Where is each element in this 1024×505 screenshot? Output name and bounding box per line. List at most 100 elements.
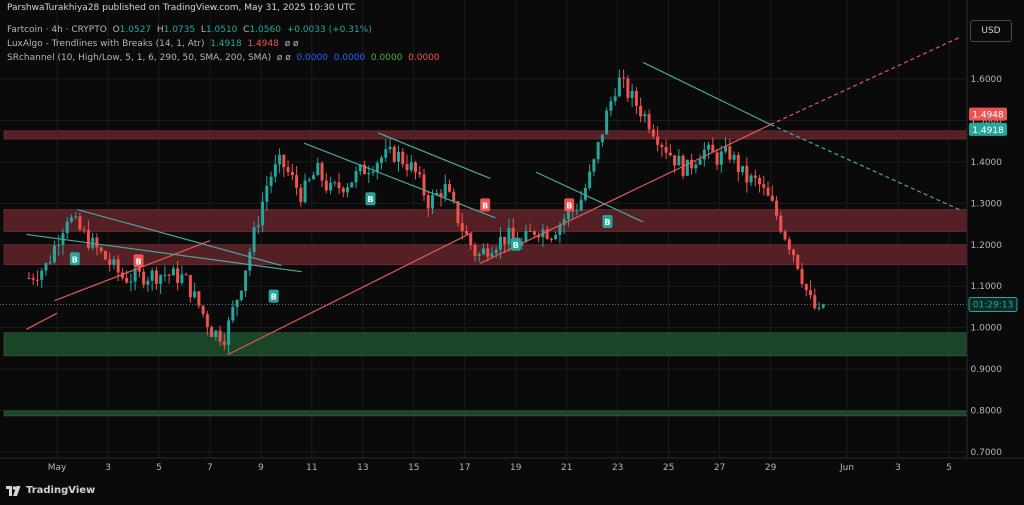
- x-tick-label: 15: [408, 463, 419, 473]
- break-marker-label: B: [72, 255, 78, 264]
- candle-body: [27, 277, 31, 279]
- trendline-price-text: 1.4918: [972, 126, 1004, 136]
- candle-body: [494, 249, 498, 254]
- low-value: 1.0510: [205, 25, 238, 35]
- tradingview-brand[interactable]: TradingView: [6, 485, 95, 496]
- candle-body: [426, 195, 430, 209]
- candle-body: [783, 231, 787, 240]
- candle-body: [749, 175, 753, 183]
- candle-body: [86, 230, 90, 248]
- candle-body: [146, 280, 150, 285]
- candle-body: [779, 215, 783, 232]
- luxalgo-name: LuxAlgo - Trendlines with Breaks (14, 1,…: [7, 39, 205, 49]
- candle-body: [660, 144, 664, 147]
- break-marker-label: B: [367, 195, 373, 204]
- break-marker-label: B: [135, 257, 141, 266]
- currency-button[interactable]: USD: [970, 20, 1012, 42]
- candle-body: [813, 295, 817, 309]
- candle-body: [154, 270, 158, 284]
- candle-body: [99, 247, 103, 252]
- publisher-line: ParshwaTurakhiya28 published on TradingV…: [7, 3, 355, 13]
- x-tick-label: 27: [714, 463, 725, 473]
- countdown-text: 01:29:13: [973, 300, 1013, 310]
- candle-body: [634, 90, 638, 106]
- trendline-price-text: 1.4948: [972, 111, 1004, 121]
- candle-body: [566, 210, 570, 220]
- candle-body: [775, 200, 779, 216]
- brand-name: TradingView: [26, 485, 96, 496]
- candle-body: [176, 268, 180, 283]
- candle-body: [766, 187, 770, 196]
- candle-body: [498, 236, 502, 250]
- candle-body: [286, 167, 290, 172]
- candle-body: [159, 275, 163, 284]
- candle-body: [503, 236, 507, 245]
- candle-body: [430, 195, 434, 209]
- candle-body: [201, 305, 205, 315]
- symbol-label: Fartcoin · 4h · CRYPTO: [7, 25, 107, 35]
- resistance-zone: [3, 244, 968, 266]
- symbol-legend[interactable]: Fartcoin · 4h · CRYPTO O1.0527 H1.0735 L…: [7, 25, 372, 35]
- candle-body: [82, 229, 86, 231]
- candle-body: [481, 248, 485, 255]
- candle-body: [792, 249, 796, 256]
- candle-body: [65, 221, 69, 234]
- candle-body: [380, 157, 384, 164]
- high-value: 1.0735: [163, 25, 196, 35]
- candle-body: [142, 271, 146, 285]
- y-tick-label: 0.7000: [971, 448, 1003, 458]
- candle-body: [333, 182, 337, 184]
- candle-body: [35, 279, 39, 281]
- candle-body: [613, 96, 617, 102]
- x-tick-label: 13: [357, 463, 368, 473]
- candle-body: [736, 154, 740, 173]
- candle-body: [800, 268, 804, 285]
- x-tick-label: 5: [946, 463, 952, 473]
- candle-body: [163, 274, 167, 276]
- candle-body: [188, 275, 192, 298]
- candle-body: [261, 201, 265, 226]
- candle-body: [804, 284, 808, 291]
- luxalgo-legend[interactable]: LuxAlgo - Trendlines with Breaks (14, 1,…: [7, 39, 299, 49]
- srchannel-name: SRchannel (10, High/Low, 5, 1, 6, 290, 5…: [7, 53, 272, 63]
- candle-body: [95, 237, 99, 248]
- candle-body: [588, 171, 592, 188]
- publisher-text: ParshwaTurakhiya28 published on TradingV…: [7, 3, 356, 13]
- candle-body: [507, 227, 511, 245]
- candle-body: [171, 268, 175, 276]
- x-tick-label: 3: [105, 463, 111, 473]
- candle-body: [354, 171, 358, 183]
- candle-body: [367, 172, 371, 175]
- open-value: 1.0527: [119, 25, 152, 35]
- price-chart[interactable]: B BBBBBBB 1.60001.50001.40001.30001.20001…: [0, 0, 1024, 505]
- candle-body: [40, 270, 44, 280]
- candle-body: [473, 245, 477, 256]
- candle-body: [656, 136, 660, 145]
- candle-body: [290, 171, 294, 176]
- x-tick-label: 25: [663, 463, 674, 473]
- candle-body: [265, 185, 269, 202]
- candle-body: [554, 234, 558, 239]
- candle-body: [388, 146, 392, 150]
- candle-body: [74, 216, 78, 218]
- x-tick-label: 7: [207, 463, 213, 473]
- candle-body: [821, 304, 825, 308]
- candle-body: [341, 188, 345, 193]
- candle-body: [337, 182, 341, 189]
- candle-body: [490, 253, 494, 257]
- srchannel-legend[interactable]: SRchannel (10, High/Low, 5, 1, 6, 290, 5…: [7, 53, 440, 63]
- candle-body: [630, 90, 634, 98]
- candle-body: [125, 277, 129, 283]
- candle-body: [647, 114, 651, 130]
- candle-body: [103, 251, 107, 260]
- candle-body: [702, 149, 706, 160]
- candle-body: [316, 162, 320, 176]
- candle-body: [694, 164, 698, 169]
- x-tick-label: May: [48, 463, 67, 473]
- candle-body: [413, 162, 417, 173]
- y-tick-label: 1.3000: [971, 199, 1003, 209]
- candle-body: [592, 159, 596, 172]
- candle-body: [443, 183, 447, 198]
- candle-body: [193, 291, 197, 298]
- candle-body: [180, 274, 184, 283]
